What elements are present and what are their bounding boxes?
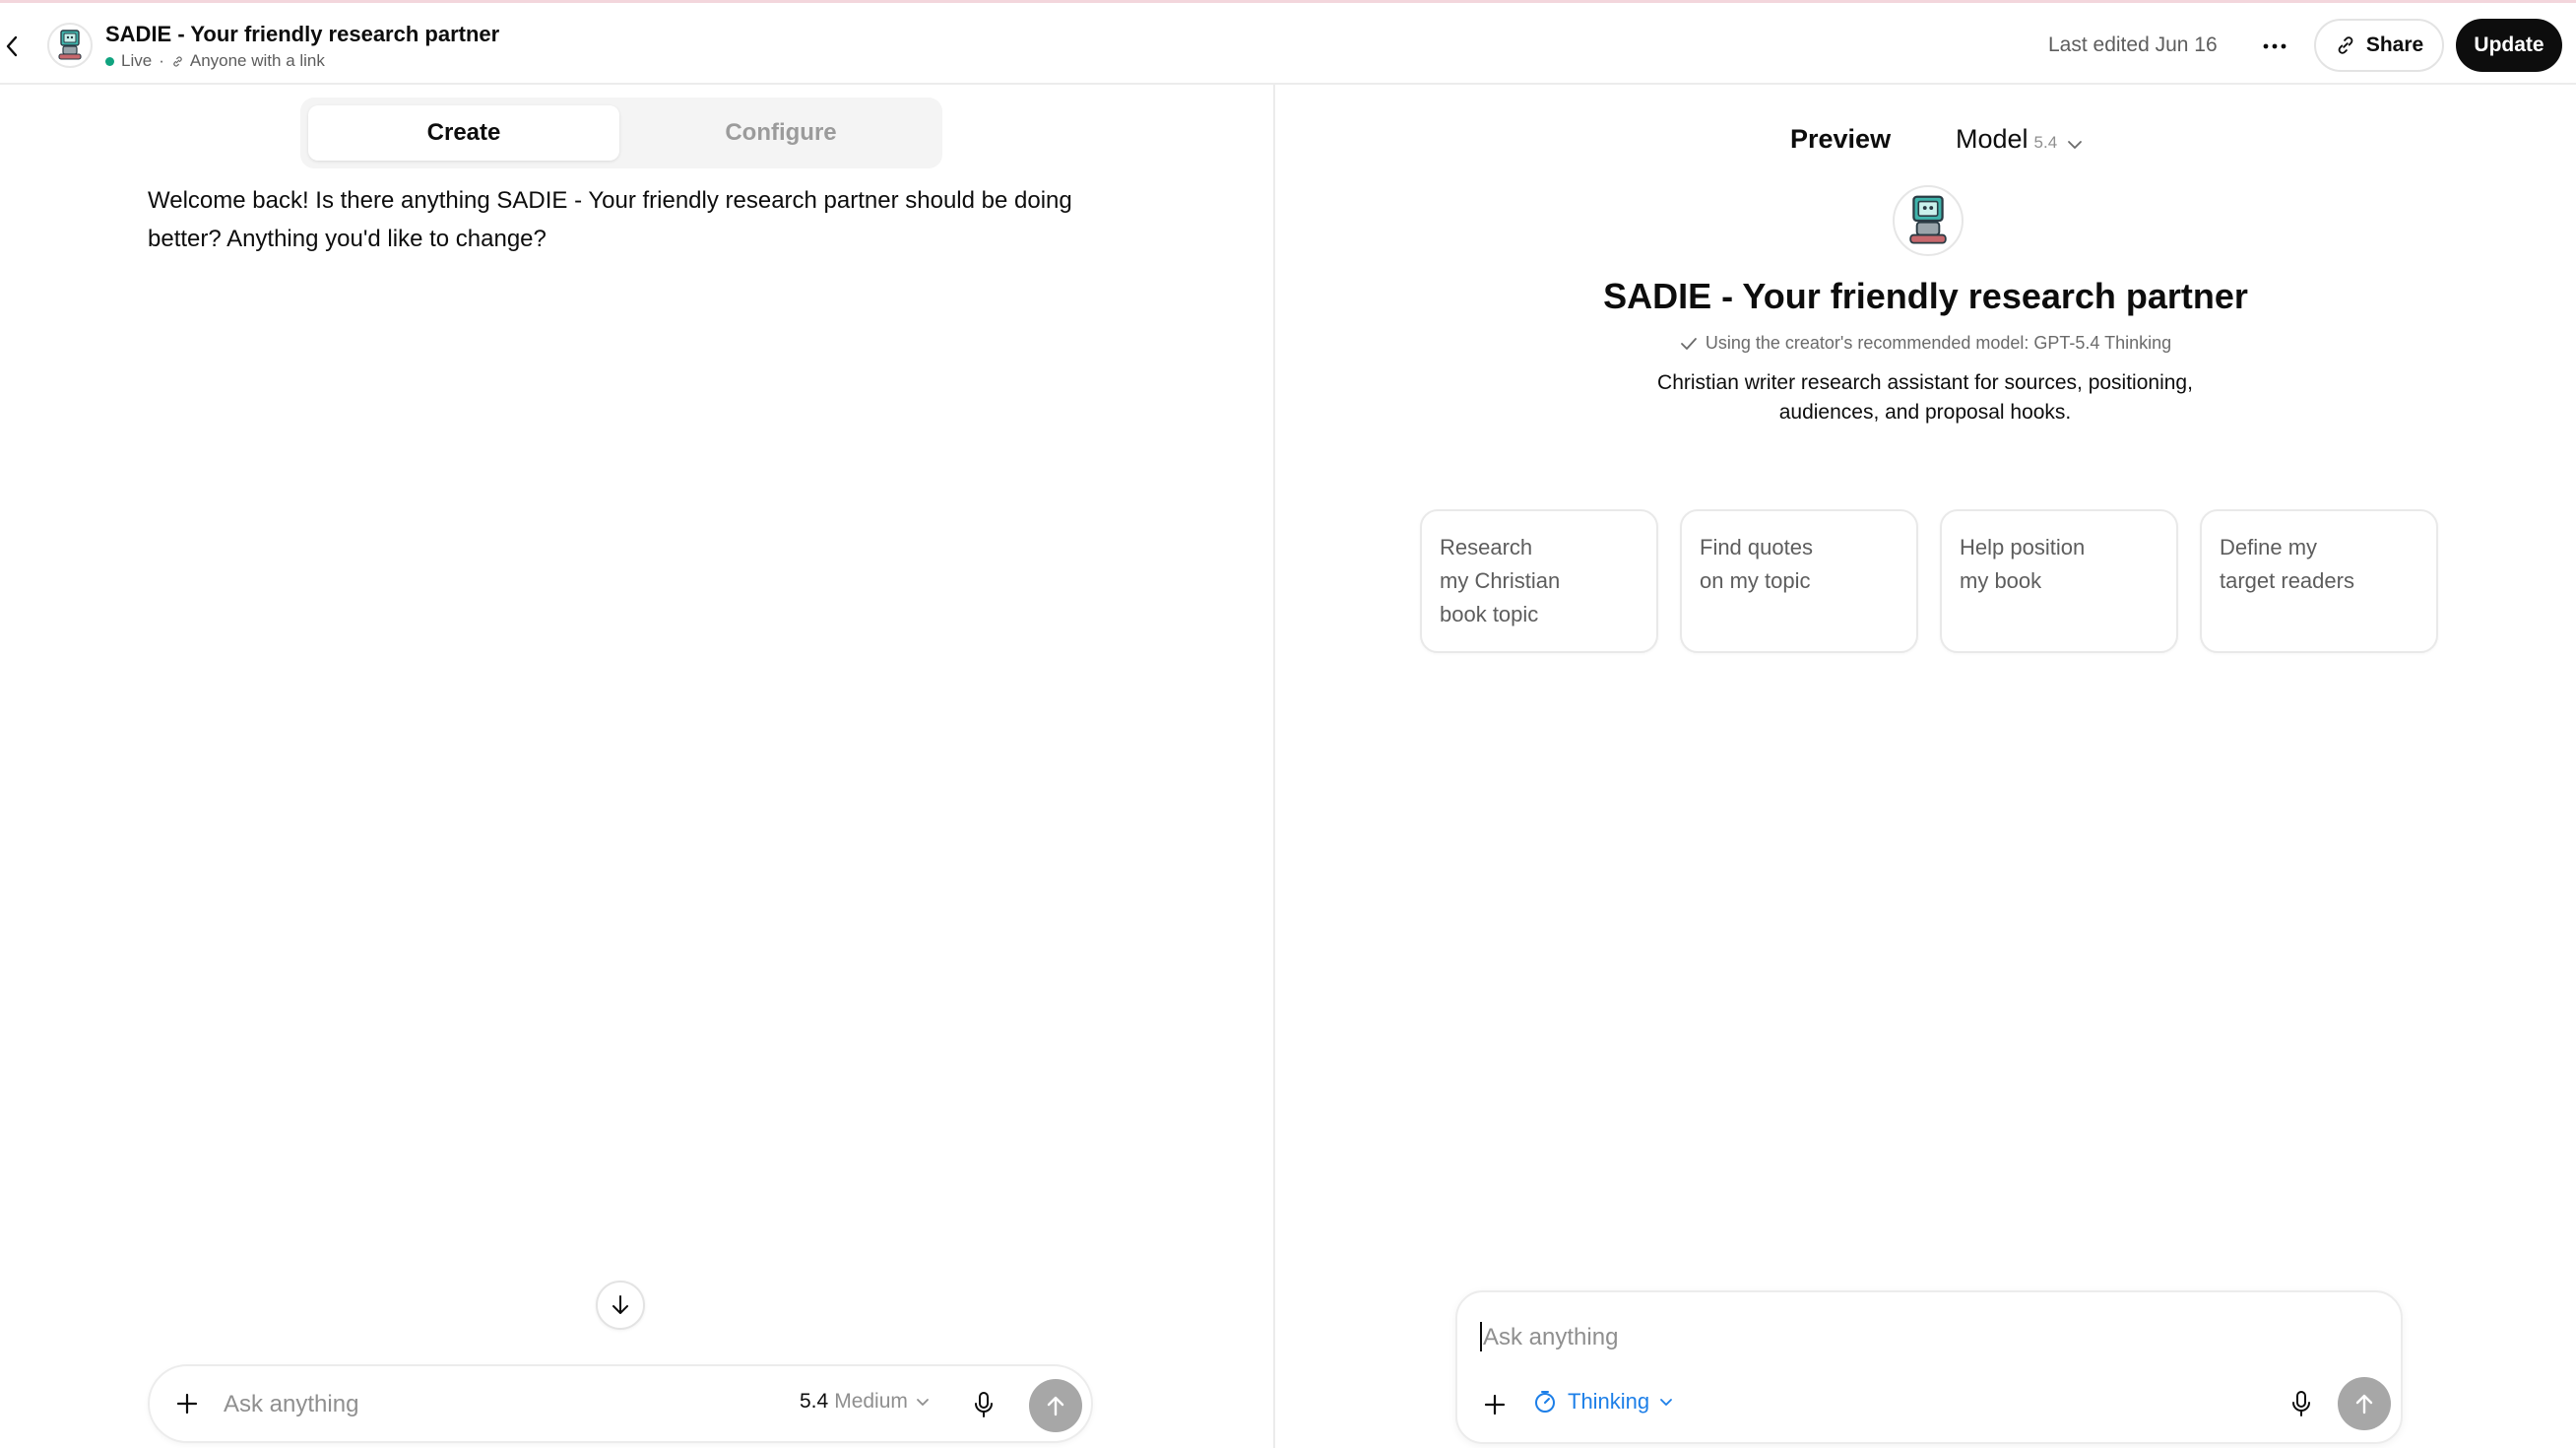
voice-input-button[interactable]	[967, 1388, 1000, 1421]
starter-line: book topic	[1440, 602, 1539, 626]
share-button[interactable]: Share	[2314, 19, 2444, 72]
starter-line: Find quotes	[1700, 535, 1813, 559]
builder-model-picker[interactable]: 5.4 Medium	[800, 1390, 930, 1414]
voice-input-button[interactable]	[2285, 1387, 2318, 1420]
robot-icon	[1909, 195, 1947, 244]
arrow-down-icon	[612, 1295, 628, 1314]
chevron-down-icon	[2067, 140, 2083, 150]
conversation-starter[interactable]: Define my target readers	[2200, 509, 2438, 653]
arrow-up-icon	[1047, 1396, 1064, 1416]
preview-model-version: 5.4	[2033, 133, 2058, 152]
thinking-mode-label: Thinking	[1568, 1389, 1650, 1414]
ellipsis-icon	[2263, 43, 2286, 49]
plus-icon	[1484, 1394, 1506, 1415]
builder-tabs: Create Configure	[300, 98, 942, 168]
starter-line: my book	[1960, 568, 2042, 593]
tab-create[interactable]: Create	[308, 105, 619, 161]
back-button[interactable]	[0, 27, 24, 66]
link-icon	[2335, 34, 2356, 56]
builder-model-effort: Medium	[834, 1390, 908, 1413]
preview-message-input[interactable]	[1483, 1320, 2350, 1355]
plus-icon	[176, 1393, 198, 1415]
thinking-mode-picker[interactable]: Thinking	[1532, 1389, 1673, 1415]
more-options-button[interactable]	[2251, 25, 2298, 68]
preview-gpt-name: SADIE - Your friendly research partner	[1603, 276, 2248, 316]
starter-line: my Christian	[1440, 568, 1561, 593]
text-cursor	[1480, 1322, 1482, 1351]
preview-composer: Thinking	[1455, 1290, 2403, 1444]
live-status-label: Live	[121, 51, 153, 70]
update-button[interactable]: Update	[2456, 19, 2562, 72]
preview-title: Preview	[1790, 124, 1892, 154]
gpt-avatar[interactable]	[47, 23, 93, 68]
preview-gpt-description: Christian writer research assistant for …	[1657, 371, 2193, 424]
attach-button[interactable]	[1477, 1387, 1513, 1422]
starter-line: Define my	[2220, 535, 2318, 559]
recommended-model-note: Using the creator's recommended model: G…	[1275, 333, 2576, 354]
live-status-dot	[105, 56, 114, 66]
starter-line: on my topic	[1700, 568, 1811, 593]
arrow-up-icon	[2355, 1394, 2373, 1415]
check-icon	[1680, 337, 1698, 351]
gpt-title: SADIE - Your friendly research partner	[105, 22, 500, 46]
microphone-icon	[975, 1392, 993, 1417]
microphone-icon	[2292, 1391, 2310, 1416]
conversation-starter[interactable]: Find quotes on my topic	[1680, 509, 1918, 653]
starter-line: Help position	[1960, 535, 2086, 559]
tab-configure[interactable]: Configure	[625, 105, 936, 161]
recommended-model-text: Using the creator's recommended model: G…	[1705, 333, 2172, 353]
chevron-down-icon	[1659, 1398, 1673, 1407]
builder-model-version: 5.4	[800, 1390, 829, 1413]
last-edited-label: Last edited Jun 16	[2048, 33, 2218, 56]
chevron-down-icon	[917, 1398, 929, 1406]
builder-welcome-message: Welcome back! Is there anything SADIE - …	[148, 187, 1072, 252]
send-button[interactable]	[2338, 1377, 2391, 1430]
robot-icon	[58, 30, 82, 60]
visibility-label[interactable]: Anyone with a link	[190, 51, 325, 71]
status-separator: ·	[159, 51, 164, 70]
builder-composer: 5.4 Medium	[148, 1364, 1093, 1443]
send-button[interactable]	[1029, 1379, 1082, 1432]
attach-button[interactable]	[169, 1386, 205, 1421]
gpt-status: Live · Anyone with a link	[105, 51, 325, 71]
starter-line: Research	[1440, 535, 1533, 559]
preview-model-label: Model	[1956, 124, 2029, 154]
conversation-starter[interactable]: Research my Christian book topic	[1420, 509, 1658, 653]
starter-line: target readers	[2220, 568, 2354, 593]
chevron-left-icon	[6, 35, 18, 57]
conversation-starter[interactable]: Help position my book	[1940, 509, 2178, 653]
preview-gpt-avatar	[1893, 185, 1964, 256]
link-icon	[171, 55, 184, 68]
scroll-to-bottom-button[interactable]	[596, 1281, 645, 1330]
top-bar: SADIE - Your friendly research partner L…	[0, 0, 2576, 85]
preview-model-dropdown[interactable]: Model 5.4	[1956, 124, 2083, 155]
timer-icon	[1532, 1389, 1558, 1415]
share-label: Share	[2365, 33, 2424, 56]
builder-message-input[interactable]	[224, 1388, 775, 1421]
